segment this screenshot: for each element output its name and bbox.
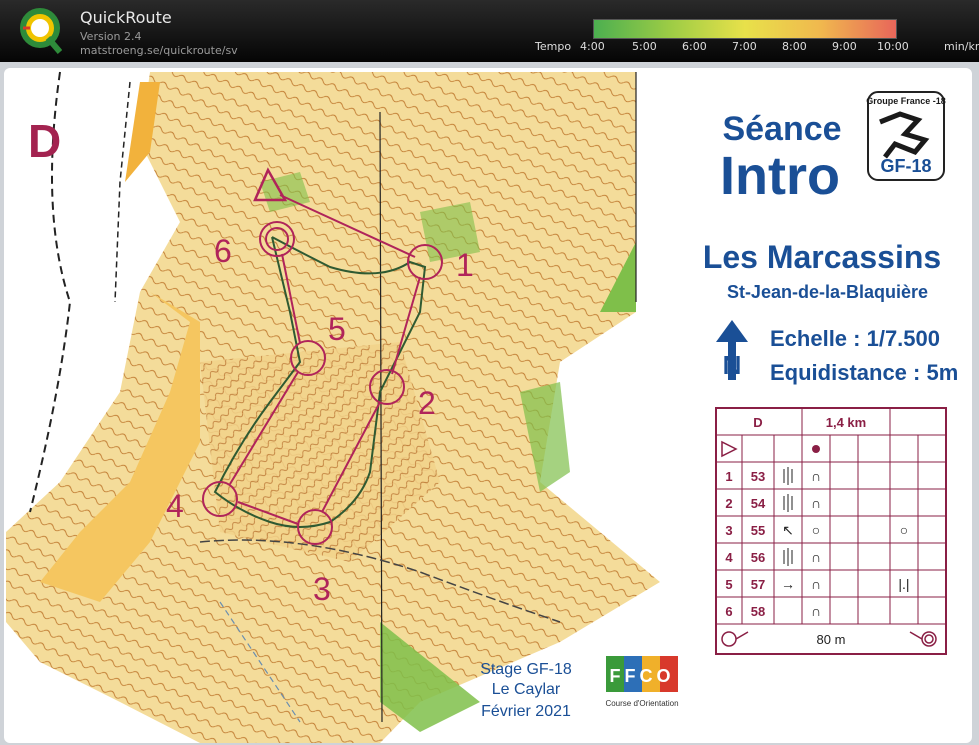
- control-number: 6: [214, 233, 232, 269]
- control-number: 3: [313, 571, 331, 607]
- row-code: 54: [751, 496, 766, 511]
- row-feature: ∩: [811, 495, 821, 511]
- row-feature: ∩: [811, 576, 821, 592]
- row-number: 5: [725, 577, 732, 592]
- class-letter: D: [28, 115, 61, 167]
- tempo-unit: min/km: [944, 40, 979, 53]
- tempo-scale-bar: [593, 19, 897, 39]
- logo-badge-text: GF-18: [880, 156, 931, 176]
- ffco-caption: Course d'Orientation: [605, 699, 678, 708]
- tempo-tick: 6:00: [682, 40, 707, 53]
- row-feature: ∩: [811, 603, 821, 619]
- app-header: QuickRoute Version 2.4 matstroeng.se/qui…: [0, 0, 979, 62]
- orienteering-map[interactable]: D 1 2 3 4 5 6 Séance Intro Groupe France…: [0, 62, 979, 745]
- control-description-table: D 1,4 km 1 53 2 54 3 55 4 56 5 57 6 58 ↖…: [715, 407, 947, 655]
- stage-line1: Stage GF-18: [480, 661, 572, 678]
- row-number: 6: [725, 604, 732, 619]
- row-extra: |.|: [898, 576, 909, 592]
- app-url[interactable]: matstroeng.se/quickroute/sv: [80, 44, 238, 57]
- row-number: 2: [725, 496, 732, 511]
- table-class: D: [753, 415, 762, 430]
- control-number: 4: [166, 488, 184, 524]
- row-feature: ∩: [811, 468, 821, 484]
- session-title-line1: Séance: [722, 110, 841, 148]
- tempo-tick: 7:00: [732, 40, 757, 53]
- svg-text:N: N: [723, 350, 742, 380]
- ffco-logo: FFCO Course d'Orientation: [605, 656, 679, 708]
- start-dot-icon: [812, 445, 820, 453]
- row-number: 4: [725, 550, 733, 565]
- location-name: St-Jean-de-la-Blaquière: [727, 282, 928, 302]
- row-code: 58: [751, 604, 765, 619]
- app-title: QuickRoute: [80, 8, 172, 27]
- row-direction: →: [781, 576, 795, 592]
- ffco-letters: FFCO: [610, 666, 675, 686]
- control-number: 1: [456, 247, 474, 283]
- session-title-line2: Intro: [720, 146, 840, 206]
- tempo-tick: 4:00: [580, 40, 605, 53]
- row-extra: ○: [900, 522, 908, 538]
- gf18-logo: Groupe France -18 GF-18: [866, 91, 946, 181]
- tempo-tick: 8:00: [782, 40, 807, 53]
- equidistance-text: Equidistance : 5m: [770, 360, 958, 385]
- tempo-tick: 5:00: [632, 40, 657, 53]
- app-version: Version 2.4: [80, 30, 142, 43]
- row-number: 1: [725, 469, 732, 484]
- quickroute-logo-icon: [20, 8, 62, 54]
- row-number: 3: [725, 523, 732, 538]
- row-code: 56: [751, 550, 765, 565]
- row-direction: ↖: [782, 522, 794, 538]
- finish-distance: 80 m: [817, 632, 846, 647]
- control-number: 2: [418, 385, 436, 421]
- row-feature: ○: [812, 522, 820, 538]
- table-length: 1,4 km: [826, 415, 866, 430]
- tempo-tick: 9:00: [832, 40, 857, 53]
- map-canvas[interactable]: D 1 2 3 4 5 6 Séance Intro Groupe France…: [0, 62, 979, 745]
- stage-line2: Le Caylar: [492, 681, 561, 698]
- row-code: 57: [751, 577, 765, 592]
- control-number: 5: [328, 311, 346, 347]
- logo-group-text: Groupe France -18: [866, 96, 946, 106]
- row-code: 53: [751, 469, 765, 484]
- terrain-name: Les Marcassins: [703, 239, 941, 275]
- tempo-label: Tempo: [535, 40, 572, 53]
- row-feature: ∩: [811, 549, 821, 565]
- scale-text: Echelle : 1/7.500: [770, 326, 940, 351]
- tempo-tick: 10:00: [877, 40, 909, 53]
- row-code: 55: [751, 523, 765, 538]
- stage-line3: Février 2021: [481, 703, 571, 720]
